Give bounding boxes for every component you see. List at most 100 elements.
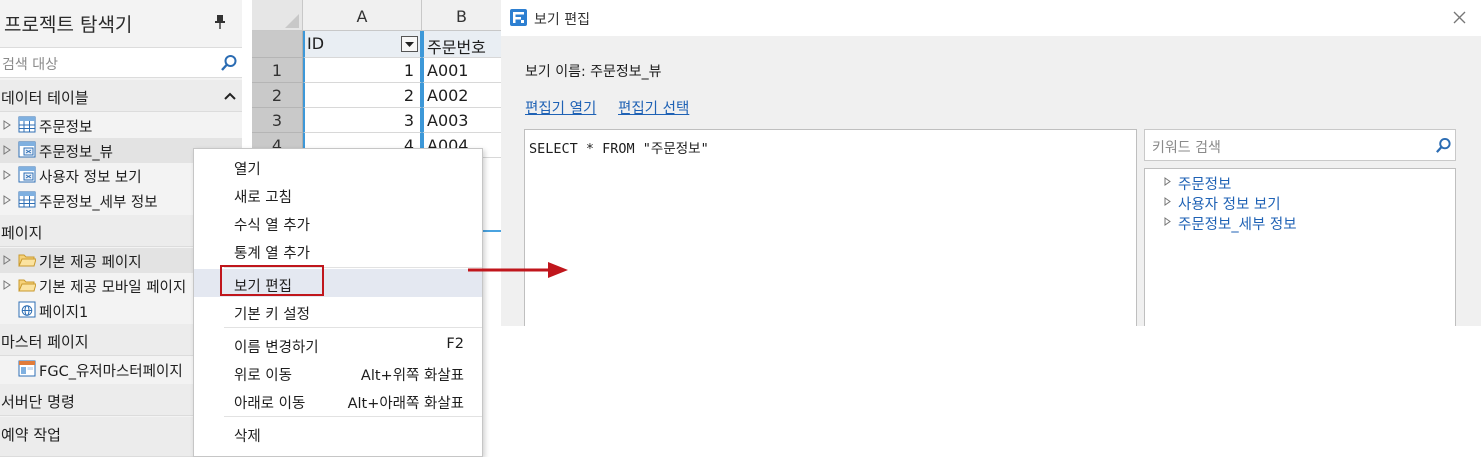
- expand-arrow-icon[interactable]: [1164, 197, 1171, 206]
- menu-item-move-up-label: 위로 이동: [234, 368, 292, 384]
- menu-item-open-label: 열기: [234, 162, 261, 178]
- field-header-id-label: ID: [307, 34, 325, 53]
- row-number[interactable]: 1: [252, 58, 303, 83]
- keyword-tree-item-label: 주문정보: [1178, 177, 1232, 193]
- menu-item-move-down[interactable]: 아래로 이동 Alt+아래쪽 화살표: [194, 386, 482, 414]
- tree-item-label: 기본 제공 페이지: [39, 255, 142, 271]
- section-data-tables[interactable]: 데이터 테이블: [0, 80, 242, 112]
- master-page-icon: [18, 360, 36, 377]
- column-header-b[interactable]: B: [422, 0, 502, 31]
- tree-item-label: 기본 제공 모바일 페이지: [39, 280, 187, 296]
- tree-item-label: 페이지1: [39, 305, 89, 321]
- edit-view-dialog: 보기 편집 보기 이름: 주문정보_뷰 편집기 열기 편집기 선택 SELECT…: [501, 0, 1481, 326]
- corner-triangle-icon: [285, 14, 299, 28]
- section-master-pages-label: 마스터 페이지: [1, 333, 89, 351]
- keyword-tree-item[interactable]: 주문정보_세부 정보: [1145, 212, 1457, 233]
- menu-item-delete[interactable]: 삭제: [194, 419, 482, 447]
- menu-item-set-primary-key-label: 기본 키 설정: [234, 307, 310, 323]
- explorer-search-input[interactable]: 검색 대상: [0, 47, 242, 78]
- keyword-tree-item[interactable]: 주문정보: [1145, 172, 1457, 193]
- menu-item-set-primary-key[interactable]: 기본 키 설정: [194, 297, 482, 325]
- close-icon[interactable]: [1453, 11, 1466, 24]
- dialog-title-bar: 보기 편집: [501, 0, 1481, 36]
- view-icon: [18, 166, 36, 183]
- menu-item-move-up-shortcut: Alt+위쪽 화살표: [360, 368, 464, 384]
- select-all-corner[interactable]: [252, 0, 303, 31]
- expand-arrow-icon[interactable]: [3, 195, 11, 205]
- table-icon: [18, 116, 36, 133]
- cell-order-no[interactable]: A001: [422, 58, 502, 83]
- annotation-arrow-icon: [468, 262, 568, 278]
- menu-item-add-formula-column-label: 수식 열 추가: [234, 218, 310, 234]
- dropdown-filter-icon[interactable]: [401, 36, 418, 52]
- tree-item-label: 주문정보: [39, 120, 93, 136]
- section-data-tables-label: 데이터 테이블: [1, 89, 89, 107]
- dialog-title: 보기 편집: [534, 12, 590, 28]
- tree-item-label: 주문정보_세부 정보: [39, 195, 158, 211]
- menu-separator: [224, 327, 482, 328]
- row-number[interactable]: 3: [252, 108, 303, 133]
- chevron-up-icon[interactable]: [224, 91, 236, 101]
- tree-item-table[interactable]: 주문정보: [0, 113, 242, 138]
- folder-icon: [18, 254, 36, 267]
- sql-editor[interactable]: SELECT * FROM "주문정보": [524, 129, 1137, 326]
- context-menu: 열기 새로 고침 수식 열 추가 통계 열 추가 보기 편집 기본 키 설정 이…: [193, 148, 483, 457]
- cell-id[interactable]: 3: [303, 108, 422, 133]
- column-header-a[interactable]: A: [303, 0, 422, 31]
- section-server-commands-label: 서버단 명령: [1, 393, 75, 411]
- keyword-search-placeholder: 키워드 검색: [1152, 140, 1221, 156]
- tree-item-label: 사용자 정보 보기: [39, 170, 142, 186]
- menu-item-open[interactable]: 열기: [194, 152, 482, 180]
- select-editor-link[interactable]: 편집기 선택: [618, 97, 689, 118]
- field-header-id[interactable]: ID: [303, 31, 422, 58]
- menu-item-move-down-label: 아래로 이동: [234, 396, 306, 412]
- keyword-tree-item[interactable]: 사용자 정보 보기: [1145, 192, 1457, 213]
- row-number[interactable]: 2: [252, 83, 303, 108]
- search-icon[interactable]: [1435, 137, 1452, 154]
- tree-item-label: FGC_유저마스터페이지: [39, 364, 183, 380]
- app-logo-icon: [510, 9, 527, 26]
- expand-arrow-icon[interactable]: [1164, 217, 1171, 226]
- expand-arrow-icon[interactable]: [3, 120, 11, 130]
- search-icon[interactable]: [220, 54, 238, 72]
- menu-item-delete-label: 삭제: [234, 429, 261, 445]
- menu-item-refresh-label: 새로 고침: [234, 190, 292, 206]
- cell-id[interactable]: 2: [303, 83, 422, 108]
- menu-item-add-stat-column-label: 통계 열 추가: [234, 246, 310, 262]
- highlight-annotation-box: [220, 265, 324, 296]
- cell-order-no[interactable]: A003: [422, 108, 502, 133]
- menu-item-rename[interactable]: 이름 변경하기 F2: [194, 330, 482, 358]
- pin-icon[interactable]: [213, 14, 227, 30]
- table-icon: [18, 191, 36, 208]
- expand-arrow-icon[interactable]: [3, 255, 11, 265]
- expand-arrow-icon[interactable]: [3, 145, 11, 155]
- field-header-order-no[interactable]: 주문번호: [422, 31, 502, 58]
- web-page-icon: [18, 301, 36, 318]
- expand-arrow-icon[interactable]: [3, 280, 11, 290]
- expand-arrow-icon[interactable]: [1164, 177, 1171, 186]
- explorer-title: 프로젝트 탐색기: [4, 14, 133, 36]
- section-scheduled-tasks-label: 예약 작업: [1, 426, 61, 444]
- keyword-tree: 주문정보 사용자 정보 보기 주문정보_세부 정보: [1144, 168, 1456, 326]
- tree-item-label: 주문정보_뷰: [39, 145, 113, 161]
- menu-separator: [224, 416, 482, 417]
- keyword-tree-item-label: 주문정보_세부 정보: [1178, 217, 1297, 233]
- folder-icon: [18, 279, 36, 292]
- open-editor-link[interactable]: 편집기 열기: [525, 97, 596, 118]
- menu-item-add-stat-column[interactable]: 통계 열 추가: [194, 236, 482, 264]
- expand-arrow-icon[interactable]: [3, 170, 11, 180]
- menu-item-rename-shortcut: F2: [446, 336, 464, 352]
- menu-item-move-up[interactable]: 위로 이동 Alt+위쪽 화살표: [194, 358, 482, 386]
- menu-item-rename-label: 이름 변경하기: [234, 340, 319, 356]
- explorer-search-placeholder: 검색 대상: [2, 57, 58, 73]
- header-row-marker: [252, 31, 303, 58]
- cell-id[interactable]: 1: [303, 58, 422, 83]
- view-icon: [18, 141, 36, 158]
- cell-order-no[interactable]: A002: [422, 83, 502, 108]
- view-name-label: 보기 이름: 주문정보_뷰: [525, 64, 662, 80]
- keyword-search-input[interactable]: 키워드 검색: [1144, 129, 1456, 161]
- menu-item-add-formula-column[interactable]: 수식 열 추가: [194, 208, 482, 236]
- menu-item-refresh[interactable]: 새로 고침: [194, 180, 482, 208]
- keyword-tree-item-label: 사용자 정보 보기: [1178, 197, 1281, 213]
- menu-item-move-down-shortcut: Alt+아래쪽 화살표: [347, 396, 464, 412]
